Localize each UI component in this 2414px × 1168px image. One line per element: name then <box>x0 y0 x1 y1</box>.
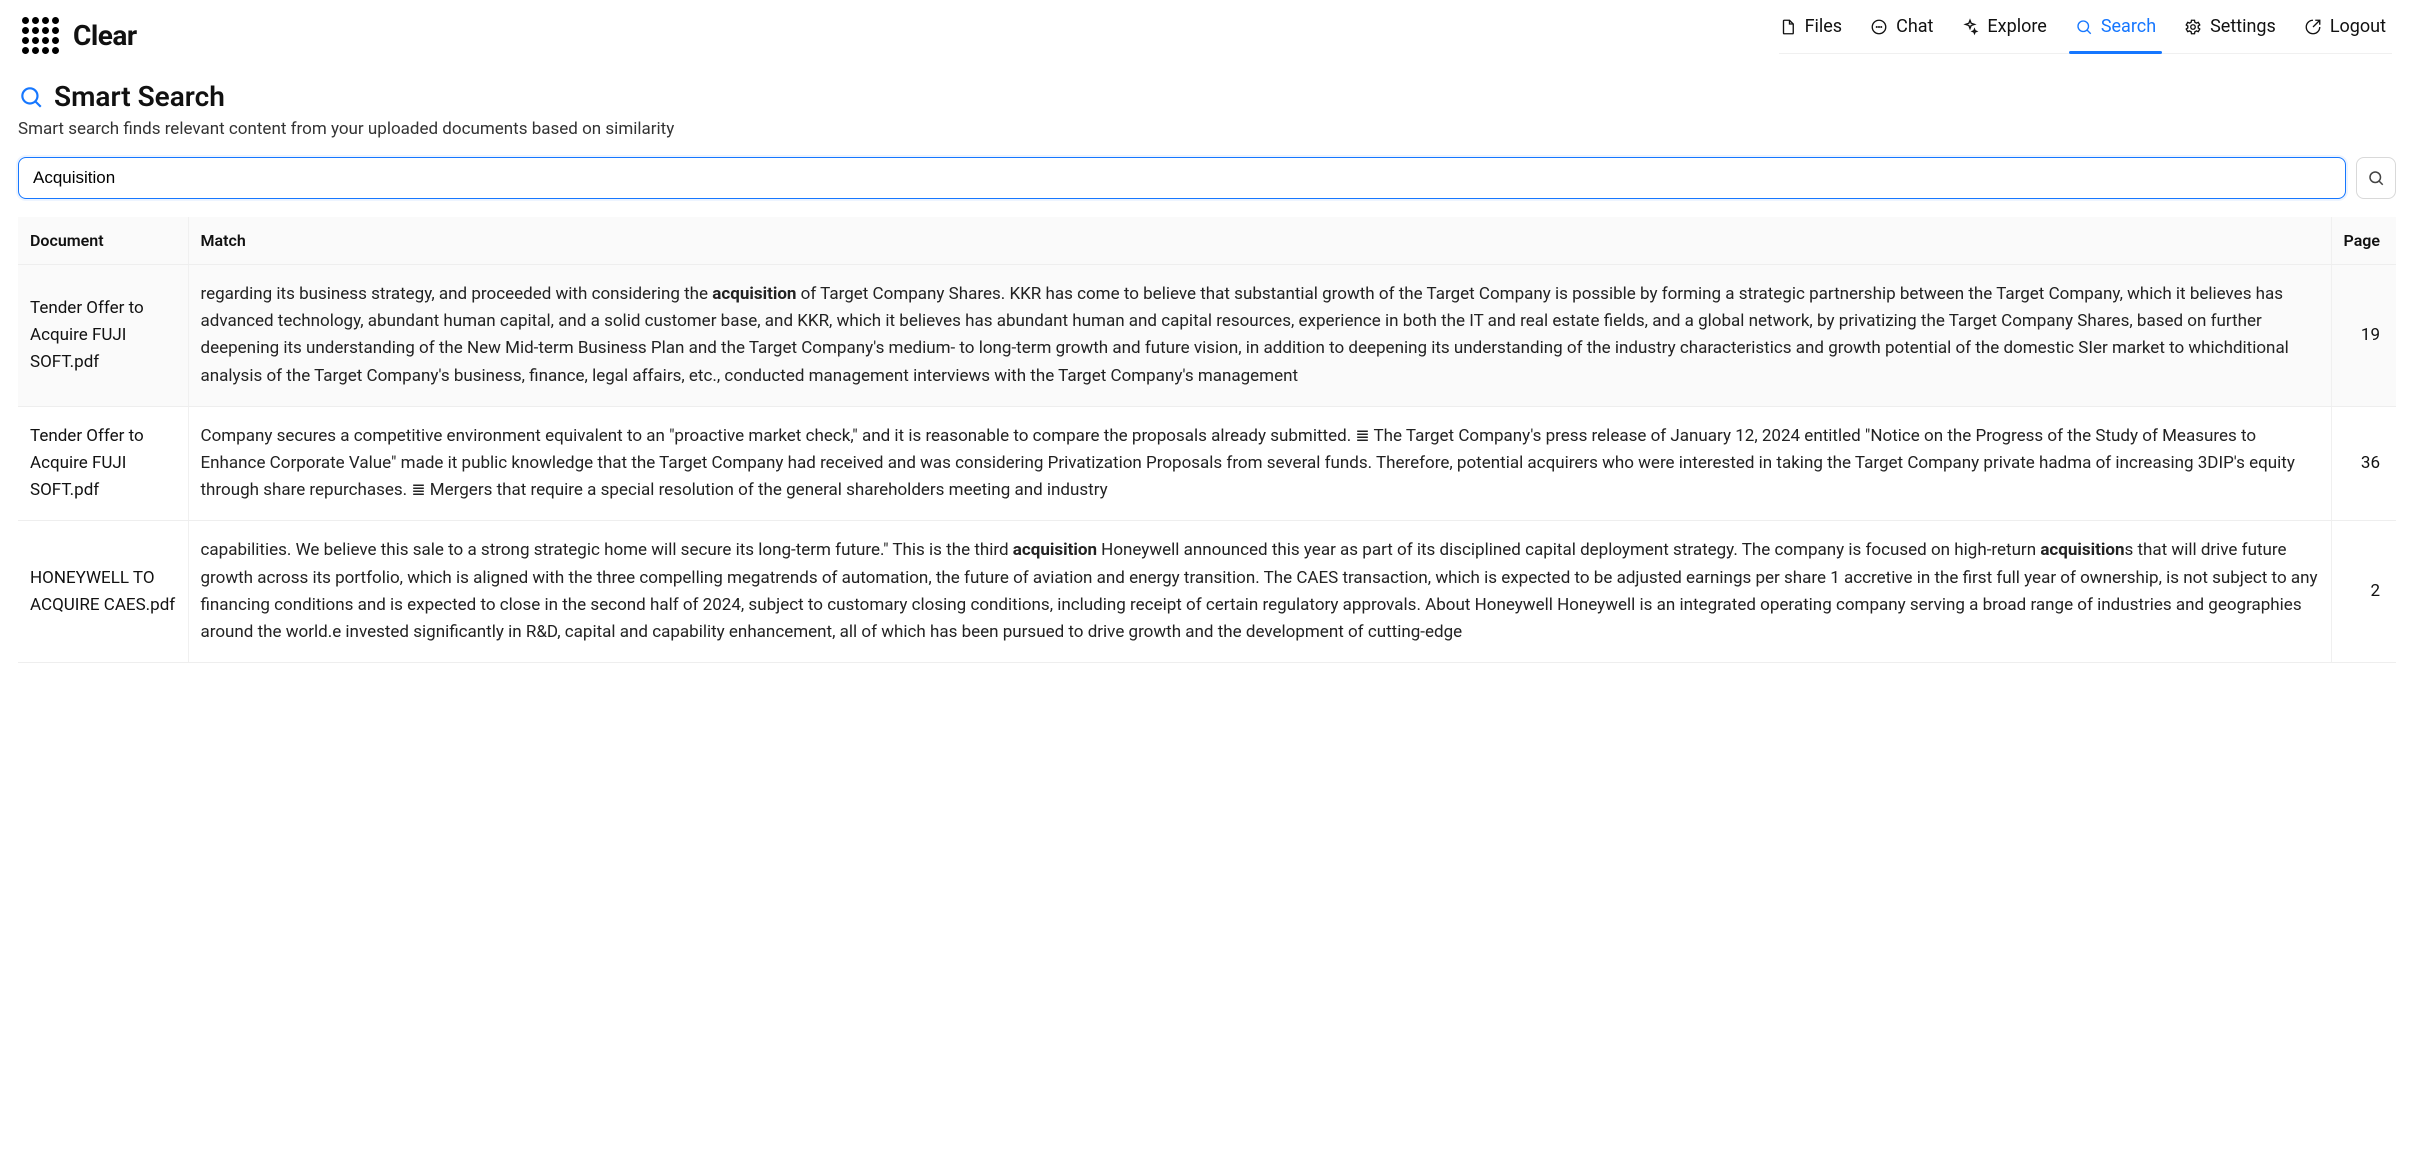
result-match: Company secures a competitive environmen… <box>188 406 2331 521</box>
table-row[interactable]: Tender Offer to Acquire FUJI SOFT.pdfCom… <box>18 406 2396 521</box>
file-icon <box>1779 18 1797 36</box>
search-input[interactable] <box>18 157 2346 199</box>
chat-icon <box>1870 18 1888 36</box>
result-page: 19 <box>2331 265 2396 407</box>
logo-icon <box>22 17 59 54</box>
result-document: Tender Offer to Acquire FUJI SOFT.pdf <box>18 406 188 521</box>
nav-label: Logout <box>2330 16 2386 37</box>
logout-icon <box>2304 18 2322 36</box>
nav-settings[interactable]: Settings <box>2184 16 2276 37</box>
result-document: HONEYWELL TO ACQUIRE CAES.pdf <box>18 521 188 663</box>
nav-files[interactable]: Files <box>1779 16 1843 37</box>
nav-search[interactable]: Search <box>2075 16 2156 37</box>
nav-chat[interactable]: Chat <box>1870 16 1933 37</box>
page-title: Smart Search <box>54 80 225 113</box>
nav-label: Explore <box>1987 16 2046 37</box>
top-nav: Files Chat Explore Search Settings <box>1779 16 2392 54</box>
nav-label: Search <box>2101 16 2156 37</box>
result-match: regarding its business strategy, and pro… <box>188 265 2331 407</box>
search-icon <box>2367 169 2385 187</box>
column-header-page[interactable]: Page <box>2331 217 2396 265</box>
nav-logout[interactable]: Logout <box>2304 16 2386 37</box>
column-header-document[interactable]: Document <box>18 217 188 265</box>
gear-icon <box>2184 18 2202 36</box>
result-document: Tender Offer to Acquire FUJI SOFT.pdf <box>18 265 188 407</box>
table-row[interactable]: Tender Offer to Acquire FUJI SOFT.pdfreg… <box>18 265 2396 407</box>
column-header-match[interactable]: Match <box>188 217 2331 265</box>
nav-label: Settings <box>2210 16 2276 37</box>
search-button[interactable] <box>2356 157 2396 199</box>
brand: Clear <box>22 17 137 54</box>
page-subtitle: Smart search finds relevant content from… <box>18 119 2396 139</box>
search-icon <box>2075 18 2093 36</box>
sparkle-icon <box>1961 18 1979 36</box>
results-table: Document Match Page Tender Offer to Acqu… <box>18 217 2396 663</box>
result-page: 36 <box>2331 406 2396 521</box>
search-icon <box>18 84 44 110</box>
nav-label: Chat <box>1896 16 1933 37</box>
result-match: capabilities. We believe this sale to a … <box>188 521 2331 663</box>
table-row[interactable]: HONEYWELL TO ACQUIRE CAES.pdfcapabilitie… <box>18 521 2396 663</box>
nav-explore[interactable]: Explore <box>1961 16 2046 37</box>
result-page: 2 <box>2331 521 2396 663</box>
brand-name: Clear <box>73 19 137 52</box>
nav-label: Files <box>1805 16 1843 37</box>
